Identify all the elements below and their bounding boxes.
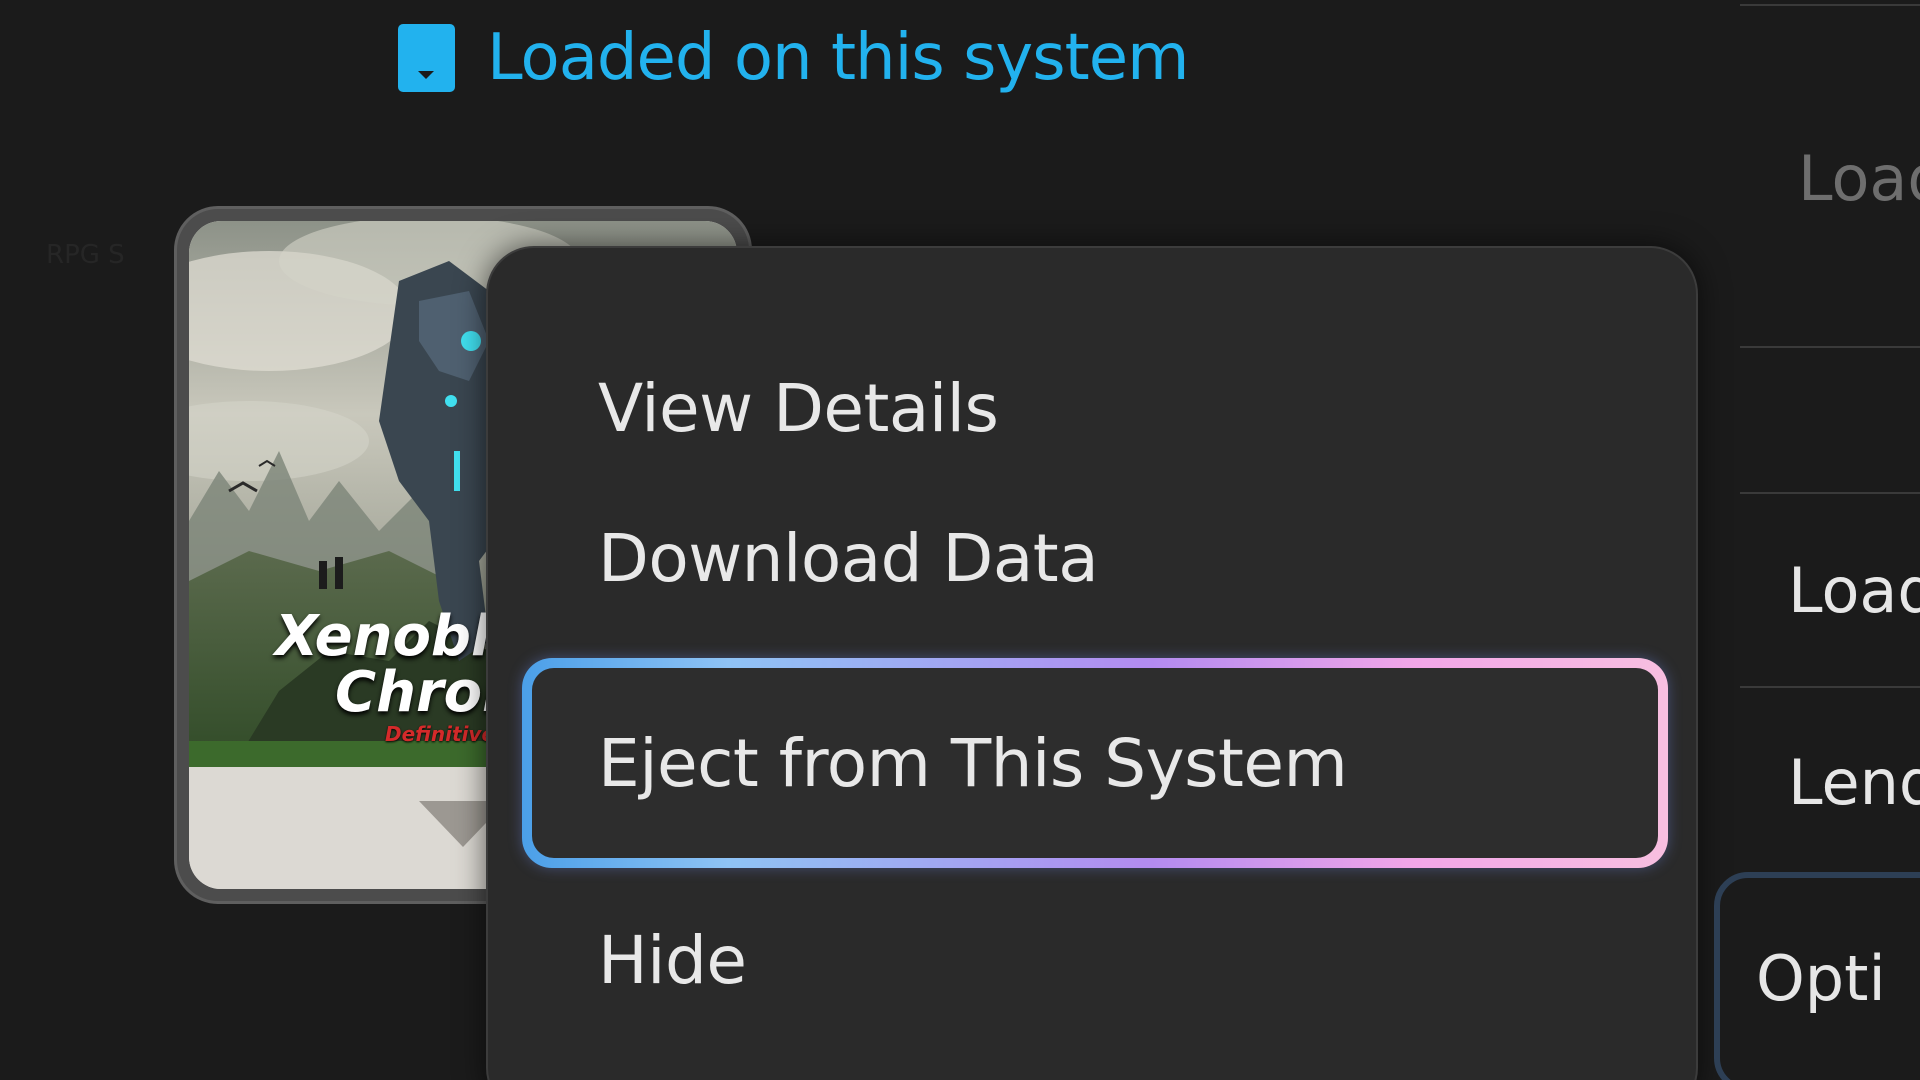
options-button[interactable]: Opti (1714, 872, 1920, 1080)
load-status-text: Loaded on this system (487, 21, 1189, 95)
game-card-icon-notch (418, 71, 434, 79)
menu-item-hide[interactable]: Hide (488, 860, 1696, 1060)
context-menu: View Details Download Data Eject from Th… (486, 246, 1698, 1080)
side-item-load-dim: Load (1798, 142, 1920, 215)
side-item-lend[interactable]: Lend (1788, 746, 1920, 819)
side-divider (1740, 686, 1920, 688)
game-card-icon (398, 24, 455, 92)
options-button-label: Opti (1756, 942, 1886, 1015)
side-divider (1740, 346, 1920, 348)
side-divider (1740, 4, 1920, 6)
side-divider (1740, 492, 1920, 494)
load-status-header: Loaded on this system (398, 18, 1189, 98)
game-management-screen: Loaded on this system RPG S Xenobla Chro… (0, 0, 1920, 1080)
menu-item-download-data[interactable]: Download Data (488, 478, 1696, 638)
genre-tag: RPG S (46, 240, 125, 270)
menu-item-selection-highlight: Eject from This System (522, 658, 1668, 868)
side-item-load[interactable]: Load (1788, 554, 1920, 627)
menu-item-eject[interactable]: Eject from This System (532, 668, 1658, 858)
